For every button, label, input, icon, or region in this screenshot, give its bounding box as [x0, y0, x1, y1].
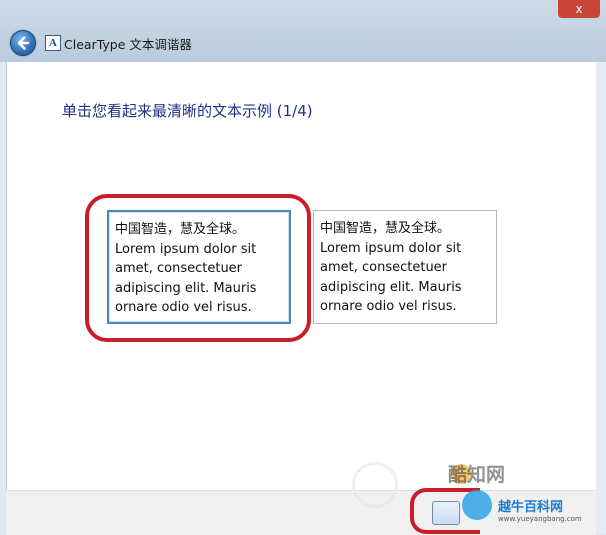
text-sample-option-2[interactable]: 中国智造，慧及全球。 Lorem ipsum dolor sit amet, c… — [313, 210, 497, 324]
cleartype-app-icon: A — [45, 35, 61, 51]
watermark-text: 酷知网 — [448, 464, 506, 486]
sample-line: adipiscing elit. Mauris — [115, 280, 257, 296]
back-button[interactable] — [10, 30, 36, 56]
arrow-left-icon — [17, 36, 30, 50]
sample-line: ornare odio vel risus. — [115, 300, 252, 315]
sample-line: ornare odio vel risus. — [320, 299, 457, 314]
close-button[interactable]: x — [558, 0, 600, 18]
sample-line: Lorem ipsum dolor sit — [320, 240, 462, 256]
wizard-content: 单击您看起来最清晰的文本示例 (1/4) 中国智造，慧及全球。 Lorem ip… — [6, 62, 598, 490]
sample-line: Lorem ipsum dolor sit — [115, 241, 257, 257]
page-heading: 单击您看起来最清晰的文本示例 (1/4) — [62, 102, 313, 120]
watermark-logo-icon — [352, 462, 398, 508]
sample-line: amet, consectetuer — [320, 260, 448, 275]
sample-line: 中国智造，慧及全球。 — [320, 221, 451, 236]
sample-line: amet, consectetuer — [115, 261, 243, 276]
title-bar: A ClearType 文本调谐器 — [0, 26, 606, 60]
window-title: ClearType 文本调谐器 — [64, 37, 192, 52]
watermark-url: www.yueyangbang.com — [498, 515, 582, 523]
watermark-logo-icon — [462, 490, 492, 520]
window-edge — [596, 62, 606, 534]
watermark-text: 越牛百科网 — [498, 500, 564, 515]
background-row — [90, 6, 590, 17]
sample-line: adipiscing elit. Mauris — [320, 279, 462, 295]
text-sample-option-1[interactable]: 中国智造，慧及全球。 Lorem ipsum dolor sit amet, c… — [107, 210, 291, 324]
sample-line: 中国智造，慧及全球。 — [115, 222, 246, 237]
